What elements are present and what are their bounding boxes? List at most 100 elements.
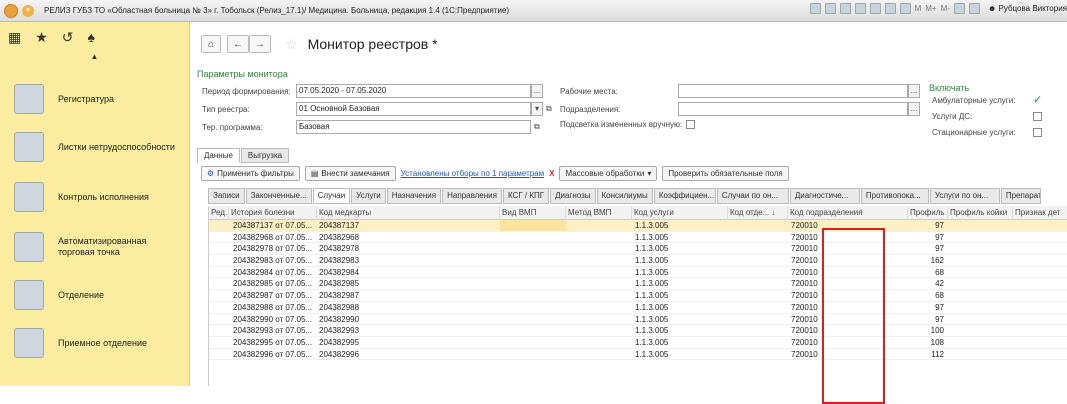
tab-coefficients[interactable]: Коэффициен... [653, 188, 716, 204]
comments-button[interactable]: ▤ Внести замечания [304, 166, 396, 181]
filters-link[interactable]: Установлены отборы по 1 параметрам [401, 169, 545, 178]
table-row[interactable]: 204382996 от 07.05... 204382996 1.1.3.005 7… [209, 349, 1067, 361]
sidebar-item-registry[interactable]: Регистратура [0, 84, 190, 114]
col-dept-code[interactable]: Код отде... ↓ [728, 206, 788, 220]
tab-services[interactable]: Услуги [351, 188, 386, 204]
include-inpatient-checkbox[interactable] [1033, 128, 1042, 137]
table-row[interactable]: 204382968 от 07.05... 204382968 1.1.3.005 7… [209, 232, 1067, 244]
mail-icon[interactable] [869, 3, 881, 14]
program-row: Тер. программа: Базовая ⧉ [202, 120, 540, 134]
open-icon[interactable]: ⧉ [546, 104, 552, 114]
apps-grid-icon[interactable]: ▦ [8, 29, 21, 46]
tab-onco-cases[interactable]: Случаи по он... [716, 188, 789, 204]
include-ambulatory-checkbox[interactable]: ✓ [1033, 95, 1042, 106]
cell-history: 204382983 от 07.05... [233, 256, 313, 266]
zoom-icon[interactable] [953, 3, 965, 14]
divisions-field[interactable] [678, 102, 908, 116]
table-row[interactable]: 204382990 от 07.05... 204382990 1.1.3.005 7… [209, 314, 1067, 326]
sidebar-item-control[interactable]: Контроль исполнения [0, 182, 190, 212]
calendar-icon[interactable] [899, 3, 911, 14]
workplaces-select-button[interactable]: ... [908, 84, 920, 98]
cell-service-code: 1.1.3.005 [635, 267, 669, 277]
tab-onco-services[interactable]: Услуги по он... [929, 188, 1000, 204]
tab-referrals[interactable]: Направления [442, 188, 502, 204]
col-service-code[interactable]: Код услуги [632, 206, 728, 220]
app-logo-icon [4, 3, 18, 18]
col-unit-code[interactable]: Код подразделения [788, 206, 908, 220]
table-row[interactable]: 204382984 от 07.05... 204382984 1.1.3.005 7… [209, 267, 1067, 279]
cell-vmp-type [500, 255, 566, 266]
sidebar-item-retail[interactable]: Автоматизированная торговая точка [0, 232, 190, 262]
window-icon[interactable] [968, 3, 980, 14]
col-vmp-type[interactable]: Вид ВМП [500, 206, 566, 220]
table-row[interactable]: 204382978 от 07.05... 204382978 1.1.3.005 7… [209, 243, 1067, 256]
tab-diagnostics[interactable]: Диагностиче... [789, 188, 860, 204]
grid-icon[interactable] [809, 3, 821, 14]
open-icon[interactable]: ⧉ [534, 122, 540, 132]
print-icon[interactable] [824, 3, 836, 14]
divisions-select-button[interactable]: ... [908, 102, 920, 116]
tab-records[interactable]: Записи [208, 188, 245, 204]
bell-icon[interactable]: ♠ [88, 29, 95, 45]
sidebar-collapse-icon[interactable]: ▲ [0, 52, 189, 66]
tab-data[interactable]: Данные [197, 148, 240, 163]
memory-button[interactable]: M [915, 4, 922, 13]
col-edit[interactable]: Ред. [209, 206, 229, 220]
save-icon[interactable] [854, 3, 866, 14]
cell-card: 204382987 [319, 291, 360, 301]
workplaces-field[interactable] [678, 84, 908, 98]
table-row[interactable]: 204387137 от 07.05... 204387137 1.1.3.005 7… [209, 220, 1067, 232]
col-bed-profile[interactable]: Профиль койки [948, 206, 1013, 220]
clear-filters-button[interactable]: X [549, 169, 554, 178]
home-button[interactable]: ⌂ [201, 35, 221, 53]
favorites-star-icon[interactable]: ★ [35, 29, 48, 46]
table-row[interactable]: 204382987 от 07.05... 204382987 1.1.3.005 7… [209, 290, 1067, 302]
preview-icon[interactable] [839, 3, 851, 14]
tab-contraindications[interactable]: Противопока... [860, 188, 929, 204]
sidebar-item-sick-leave[interactable]: Листки нетрудоспособности [0, 132, 190, 162]
memory-plus-button[interactable]: M+ [925, 4, 936, 13]
highlight-checkbox[interactable] [686, 120, 696, 129]
tab-export[interactable]: Выгрузка [240, 148, 290, 163]
col-history[interactable]: История болезни [229, 206, 317, 220]
back-button[interactable]: ← [227, 35, 249, 53]
user-name-label: Рубцова Виктория [998, 4, 1067, 13]
col-profile[interactable]: Профиль [908, 206, 948, 220]
cell-unit-code: 720010 [791, 221, 818, 230]
history-icon[interactable]: ↺ [62, 29, 74, 46]
forward-button[interactable]: → [249, 35, 271, 53]
table-row[interactable]: 204382988 от 07.05... 204382988 1.1.3.005 7… [209, 302, 1067, 314]
bulk-actions-button[interactable]: Массовые обработки ▾ [559, 166, 658, 181]
tab-diagnoses[interactable]: Диагнозы [550, 188, 596, 204]
program-field[interactable]: Базовая [296, 120, 531, 134]
tab-prescriptions[interactable]: Назначения [386, 188, 442, 204]
table-row[interactable]: 204382995 от 07.05... 204382995 1.1.3.005 7… [209, 337, 1067, 349]
col-card[interactable]: Код медкарты [317, 206, 500, 220]
table-icon[interactable] [884, 3, 896, 14]
favorite-star-icon[interactable]: ☆ [285, 36, 298, 53]
period-select-button[interactable]: ... [531, 84, 543, 98]
include-ds-checkbox[interactable] [1033, 112, 1042, 121]
tab-drugs[interactable]: Препарат [1000, 188, 1041, 204]
col-vmp-method[interactable]: Метод ВМП [566, 206, 632, 220]
sidebar-item-department[interactable]: Отделение [0, 280, 190, 310]
user-name[interactable]: ☻ Рубцова Виктория [988, 4, 1067, 13]
tab-cases[interactable]: Случаи [312, 188, 351, 204]
apply-filters-button[interactable]: ⚙ Применить фильтры [201, 166, 300, 181]
main-menu-icon[interactable]: ▾ [22, 4, 34, 17]
col-child-flag[interactable]: Признак дет [1013, 206, 1067, 220]
table-row[interactable]: 204382993 от 07.05... 204382993 1.1.3.005 7… [209, 325, 1067, 337]
type-field[interactable]: 01 Основной Базовая [296, 102, 531, 116]
sick-leave-icon [14, 132, 44, 162]
period-field[interactable]: 07.05.2020 - 07.05.2020 [296, 84, 531, 98]
memory-minus-button[interactable]: M- [941, 4, 950, 13]
sidebar-item-admission[interactable]: Приемное отделение [0, 328, 190, 358]
check-required-button[interactable]: Проверить обязательные поля [662, 166, 789, 181]
cell-unit-code: 720010 [791, 244, 818, 254]
table-row[interactable]: 204382983 от 07.05... 204382983 1.1.3.005 7… [209, 255, 1067, 267]
type-dropdown-button[interactable]: ▾ [531, 102, 543, 116]
tab-consiliums[interactable]: Консилиумы [596, 188, 653, 204]
tab-ksg[interactable]: КСГ / КПГ [502, 188, 550, 204]
table-row[interactable]: 204382985 от 07.05... 204382985 1.1.3.005 7… [209, 278, 1067, 291]
tab-completed[interactable]: Законченные... [245, 188, 312, 204]
